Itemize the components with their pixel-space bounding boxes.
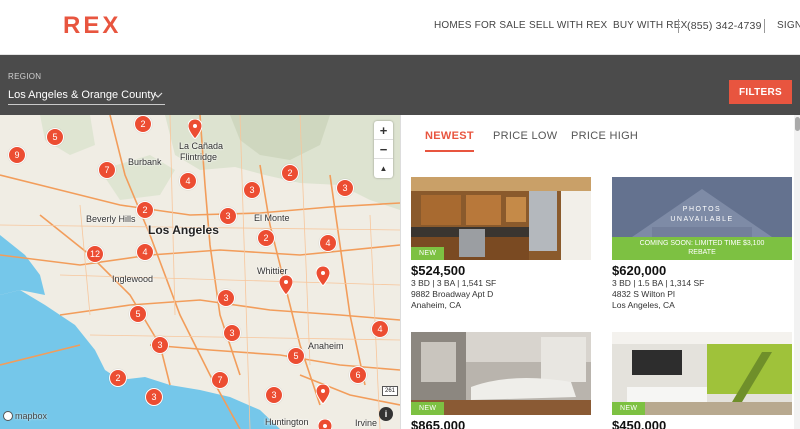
photos-unavailable-text: PHOTOS UNAVAILABLE xyxy=(612,205,792,225)
map-cluster-marker[interactable]: 5 xyxy=(129,305,147,323)
map-cluster-marker[interactable]: 2 xyxy=(257,229,275,247)
tab-newest[interactable]: NEWEST xyxy=(425,130,474,152)
listing-photo[interactable]: NEW xyxy=(612,332,792,415)
listing-card[interactable]: NEW $450,000 xyxy=(612,332,792,429)
map-cluster-marker[interactable]: 5 xyxy=(46,128,64,146)
map-view[interactable]: La Cañada Flintridge Burbank Beverly Hil… xyxy=(0,115,400,429)
map-cluster-marker[interactable]: 4 xyxy=(371,320,389,338)
photos-label: PHOTOS xyxy=(682,206,722,213)
map-pin-icon[interactable] xyxy=(279,275,293,295)
map-cluster-marker[interactable]: 3 xyxy=(265,386,283,404)
listing-price: $524,500 xyxy=(411,263,466,278)
new-badge: NEW xyxy=(411,247,445,260)
region-label: REGION xyxy=(8,72,42,81)
map-label-burbank: Burbank xyxy=(128,157,162,167)
map-cluster-marker[interactable]: 9 xyxy=(8,146,26,164)
site-header: REX HOMES FOR SALE SELL WITH REX BUY WIT… xyxy=(0,0,800,55)
map-cluster-marker[interactable]: 4 xyxy=(319,234,337,252)
map-label-inglewood: Inglewood xyxy=(112,274,154,284)
map-cluster-marker[interactable]: 2 xyxy=(281,164,299,182)
rebate-line-1: COMING SOON: LIMITED TIME $3,100 xyxy=(639,240,765,247)
listing-card[interactable]: NEW $865,000 xyxy=(411,332,591,429)
region-bar: REGION Los Angeles & Orange County FILTE… xyxy=(0,55,800,115)
map-pin-icon[interactable] xyxy=(318,419,332,429)
listing-city: Los Angeles, CA xyxy=(612,300,675,310)
map-base xyxy=(0,115,400,429)
listing-city: Anaheim, CA xyxy=(411,300,462,310)
tab-price-low[interactable]: PRICE LOW xyxy=(493,130,557,142)
listing-specs: 3 BD | 3 BA | 1,541 SF xyxy=(411,278,497,288)
highway-shield-icon: 261 xyxy=(382,386,399,396)
listing-card[interactable]: PHOTOS UNAVAILABLE COMING SOON: LIMITED … xyxy=(612,177,792,311)
mapbox-attribution[interactable]: mapbox xyxy=(3,411,47,421)
map-cluster-marker[interactable]: 7 xyxy=(211,371,229,389)
listings-scrollbar[interactable] xyxy=(794,115,800,429)
chevron-down-icon xyxy=(153,92,163,98)
map-label-la-canada: La Cañada xyxy=(179,141,224,151)
zoom-out-button[interactable]: − xyxy=(374,140,393,159)
nav-homes-for-sale[interactable]: HOMES FOR SALE xyxy=(425,20,535,31)
map-cluster-marker[interactable]: 4 xyxy=(136,243,154,261)
map-cluster-marker[interactable]: 3 xyxy=(217,289,235,307)
map-zoom-controls: + − ▲ xyxy=(374,121,393,178)
map-cluster-marker[interactable]: 2 xyxy=(134,115,152,133)
sign-in-link[interactable]: SIGN IN xyxy=(768,20,800,31)
scrollbar-thumb[interactable] xyxy=(795,117,800,131)
map-label-beverly-hills: Beverly Hills xyxy=(86,214,136,224)
sort-tabs: NEWEST PRICE LOW PRICE HIGH xyxy=(401,115,793,163)
new-badge: NEW xyxy=(612,402,646,415)
map-cluster-marker[interactable]: 3 xyxy=(223,324,241,342)
listing-address: 9882 Broadway Apt D xyxy=(411,289,494,299)
listing-price: $620,000 xyxy=(612,263,667,278)
mapbox-text: mapbox xyxy=(15,411,48,421)
map-label-los-angeles: Los Angeles xyxy=(148,223,219,237)
map-cluster-marker[interactable]: 7 xyxy=(98,161,116,179)
phone-number-link[interactable]: (855) 342-4739 xyxy=(679,20,771,32)
map-cluster-marker[interactable]: 5 xyxy=(287,347,305,365)
tab-price-high[interactable]: PRICE HIGH xyxy=(571,130,638,142)
listings-panel: NEWEST PRICE LOW PRICE HIGH NEW $524,500… xyxy=(400,115,800,429)
listing-photo[interactable]: NEW xyxy=(411,332,591,415)
region-value: Los Angeles & Orange County xyxy=(8,89,156,101)
rebate-banner: COMING SOON: LIMITED TIME $3,100 REBATE xyxy=(612,237,792,260)
mapbox-logo-icon xyxy=(3,411,13,421)
listing-photo[interactable]: PHOTOS UNAVAILABLE COMING SOON: LIMITED … xyxy=(612,177,792,260)
map-label-huntington: Huntington xyxy=(265,417,309,427)
nav-sell-with-rex[interactable]: SELL WITH REX xyxy=(520,20,616,31)
map-cluster-marker[interactable]: 3 xyxy=(219,207,237,225)
map-cluster-marker[interactable]: 2 xyxy=(109,369,127,387)
listing-specs: 3 BD | 1.5 BA | 1,314 SF xyxy=(612,278,705,288)
map-label-anaheim: Anaheim xyxy=(308,341,344,351)
map-label-flintridge: Flintridge xyxy=(180,152,218,162)
listing-address: 4832 S Wilton Pl xyxy=(612,289,675,299)
map-cluster-marker[interactable]: 3 xyxy=(151,336,169,354)
region-dropdown[interactable]: Los Angeles & Orange County xyxy=(8,89,165,105)
rex-logo[interactable]: REX xyxy=(63,12,121,40)
new-badge: NEW xyxy=(411,402,445,415)
zoom-in-button[interactable]: + xyxy=(374,121,393,140)
rebate-line-2: REBATE xyxy=(688,249,716,256)
map-label-el-monte: El Monte xyxy=(254,213,290,223)
listing-price: $865,000 xyxy=(411,418,466,429)
map-cluster-marker[interactable]: 6 xyxy=(349,366,367,384)
map-cluster-marker[interactable]: 3 xyxy=(243,181,261,199)
unavailable-label: UNAVAILABLE xyxy=(670,216,734,223)
listing-photo[interactable]: NEW xyxy=(411,177,591,260)
info-icon[interactable]: i xyxy=(379,407,393,421)
map-pin-icon[interactable] xyxy=(316,384,330,404)
nav-divider xyxy=(764,19,765,33)
filters-button[interactable]: FILTERS xyxy=(729,80,792,104)
map-cluster-marker[interactable]: 4 xyxy=(179,172,197,190)
map-label-irvine: Irvine xyxy=(355,418,378,428)
map-cluster-marker[interactable]: 12 xyxy=(86,245,104,263)
compass-reset-button[interactable]: ▲ xyxy=(374,159,393,178)
map-pin-icon[interactable] xyxy=(188,119,202,139)
listing-card[interactable]: NEW $524,500 3 BD | 3 BA | 1,541 SF 9882… xyxy=(411,177,591,311)
map-cluster-marker[interactable]: 2 xyxy=(136,201,154,219)
main-nav: HOMES FOR SALE SELL WITH REX BUY WITH RE… xyxy=(360,0,800,55)
map-pin-icon[interactable] xyxy=(316,266,330,286)
map-cluster-marker[interactable]: 3 xyxy=(145,388,163,406)
listing-price: $450,000 xyxy=(612,418,667,429)
map-cluster-marker[interactable]: 3 xyxy=(336,179,354,197)
